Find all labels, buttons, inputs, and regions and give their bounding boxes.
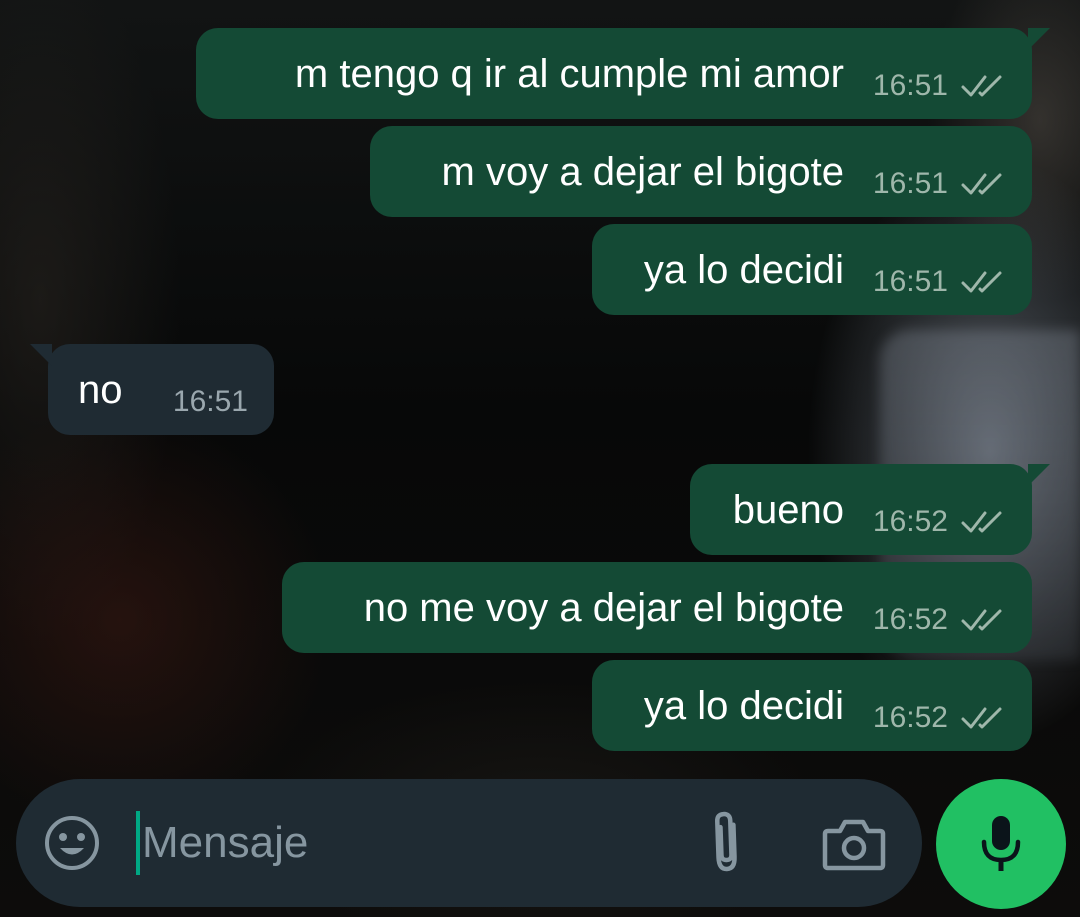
message-text: bueno	[732, 488, 844, 532]
chat-screen: m tengo q ir al cumple mi amor 16:51 m v…	[0, 0, 1080, 917]
message-meta: 16:52	[873, 701, 1006, 735]
message-meta: 16:51	[873, 167, 1006, 201]
voice-record-button[interactable]	[936, 779, 1066, 909]
message-meta: 16:52	[873, 603, 1006, 637]
outgoing-message[interactable]: ya lo decidi 16:52	[592, 660, 1032, 751]
double-check-icon	[961, 707, 1002, 729]
outgoing-message[interactable]: m tengo q ir al cumple mi amor 16:51	[196, 28, 1050, 119]
message-time: 16:52	[872, 505, 948, 538]
outgoing-message[interactable]: m voy a dejar el bigote 16:51	[370, 126, 1032, 217]
double-check-icon	[961, 173, 1002, 195]
outgoing-message[interactable]: bueno 16:52	[690, 464, 1050, 555]
message-time: 16:52	[872, 701, 948, 734]
outgoing-message[interactable]: ya lo decidi 16:51	[592, 224, 1032, 315]
message-text: ya lo decidi	[643, 684, 844, 728]
paperclip-icon[interactable]	[704, 809, 748, 875]
double-check-icon	[961, 75, 1002, 97]
message-text: no me voy a dejar el bigote	[363, 586, 844, 630]
microphone-icon	[981, 816, 1021, 871]
double-check-icon	[961, 511, 1002, 533]
message-time: 16:51	[872, 167, 948, 200]
message-time: 16:51	[172, 385, 248, 418]
message-time: 16:52	[872, 603, 948, 636]
message-text: ya lo decidi	[643, 248, 844, 292]
double-check-icon	[961, 609, 1002, 631]
message-meta: 16:52	[873, 505, 1006, 539]
message-time: 16:51	[872, 69, 948, 102]
emoji-icon[interactable]	[44, 815, 100, 871]
message-meta: 16:51	[873, 69, 1006, 103]
message-text: m tengo q ir al cumple mi amor	[294, 52, 844, 96]
camera-icon[interactable]	[822, 817, 886, 871]
incoming-message[interactable]: no 16:51	[30, 344, 274, 435]
message-composer	[16, 779, 922, 907]
message-text: no	[78, 368, 123, 412]
text-cursor	[136, 811, 140, 875]
message-time: 16:51	[872, 265, 948, 298]
outgoing-message[interactable]: no me voy a dejar el bigote 16:52	[282, 562, 1032, 653]
message-meta: 16:51	[873, 265, 1006, 299]
double-check-icon	[961, 271, 1002, 293]
message-meta: 16:51	[173, 385, 248, 419]
message-text: m voy a dejar el bigote	[441, 150, 844, 194]
message-input[interactable]	[142, 805, 682, 881]
